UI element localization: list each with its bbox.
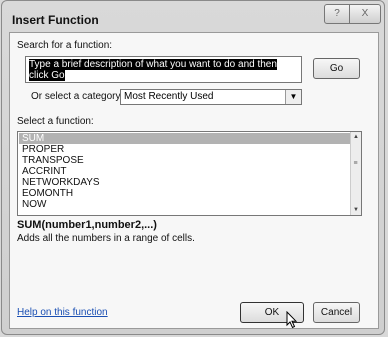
- function-description: Adds all the numbers in a range of cells…: [17, 233, 195, 244]
- category-label: Or select a category:: [31, 91, 124, 102]
- mouse-pointer-icon: [286, 311, 298, 329]
- help-link[interactable]: Help on this function: [17, 307, 108, 318]
- search-input[interactable]: Type a brief description of what you wan…: [25, 56, 302, 83]
- function-list[interactable]: SUM PROPER TRANSPOSE ACCRINT NETWORKDAYS…: [17, 131, 362, 216]
- dialog-title: Insert Function: [12, 13, 99, 27]
- function-list-label: Select a function:: [17, 116, 94, 127]
- search-input-text: Type a brief description of what you wan…: [29, 59, 277, 81]
- category-select[interactable]: Most Recently Used ▼: [120, 89, 302, 105]
- cancel-button[interactable]: Cancel: [313, 302, 360, 323]
- scroll-down-icon[interactable]: ▼: [351, 207, 361, 213]
- help-button[interactable]: ?: [324, 4, 350, 24]
- scroll-up-icon[interactable]: ▲: [351, 134, 361, 140]
- list-scrollbar[interactable]: ▲ ≡ ▼: [350, 132, 361, 215]
- list-item[interactable]: SUM: [19, 133, 352, 144]
- chevron-down-icon[interactable]: ▼: [285, 90, 301, 104]
- scroll-grip-icon[interactable]: ≡: [352, 160, 359, 172]
- close-button[interactable]: X: [349, 4, 381, 24]
- list-item[interactable]: EOMONTH: [19, 188, 352, 199]
- go-button[interactable]: Go: [313, 58, 360, 79]
- list-item[interactable]: PROPER: [19, 144, 352, 155]
- list-item[interactable]: TRANSPOSE: [19, 155, 352, 166]
- list-item[interactable]: NOW: [19, 199, 352, 210]
- function-signature: SUM(number1,number2,...): [17, 219, 157, 231]
- category-selected: Most Recently Used: [124, 91, 214, 102]
- list-item[interactable]: NETWORKDAYS: [19, 177, 352, 188]
- search-label: Search for a function:: [17, 40, 113, 51]
- list-item[interactable]: ACCRINT: [19, 166, 352, 177]
